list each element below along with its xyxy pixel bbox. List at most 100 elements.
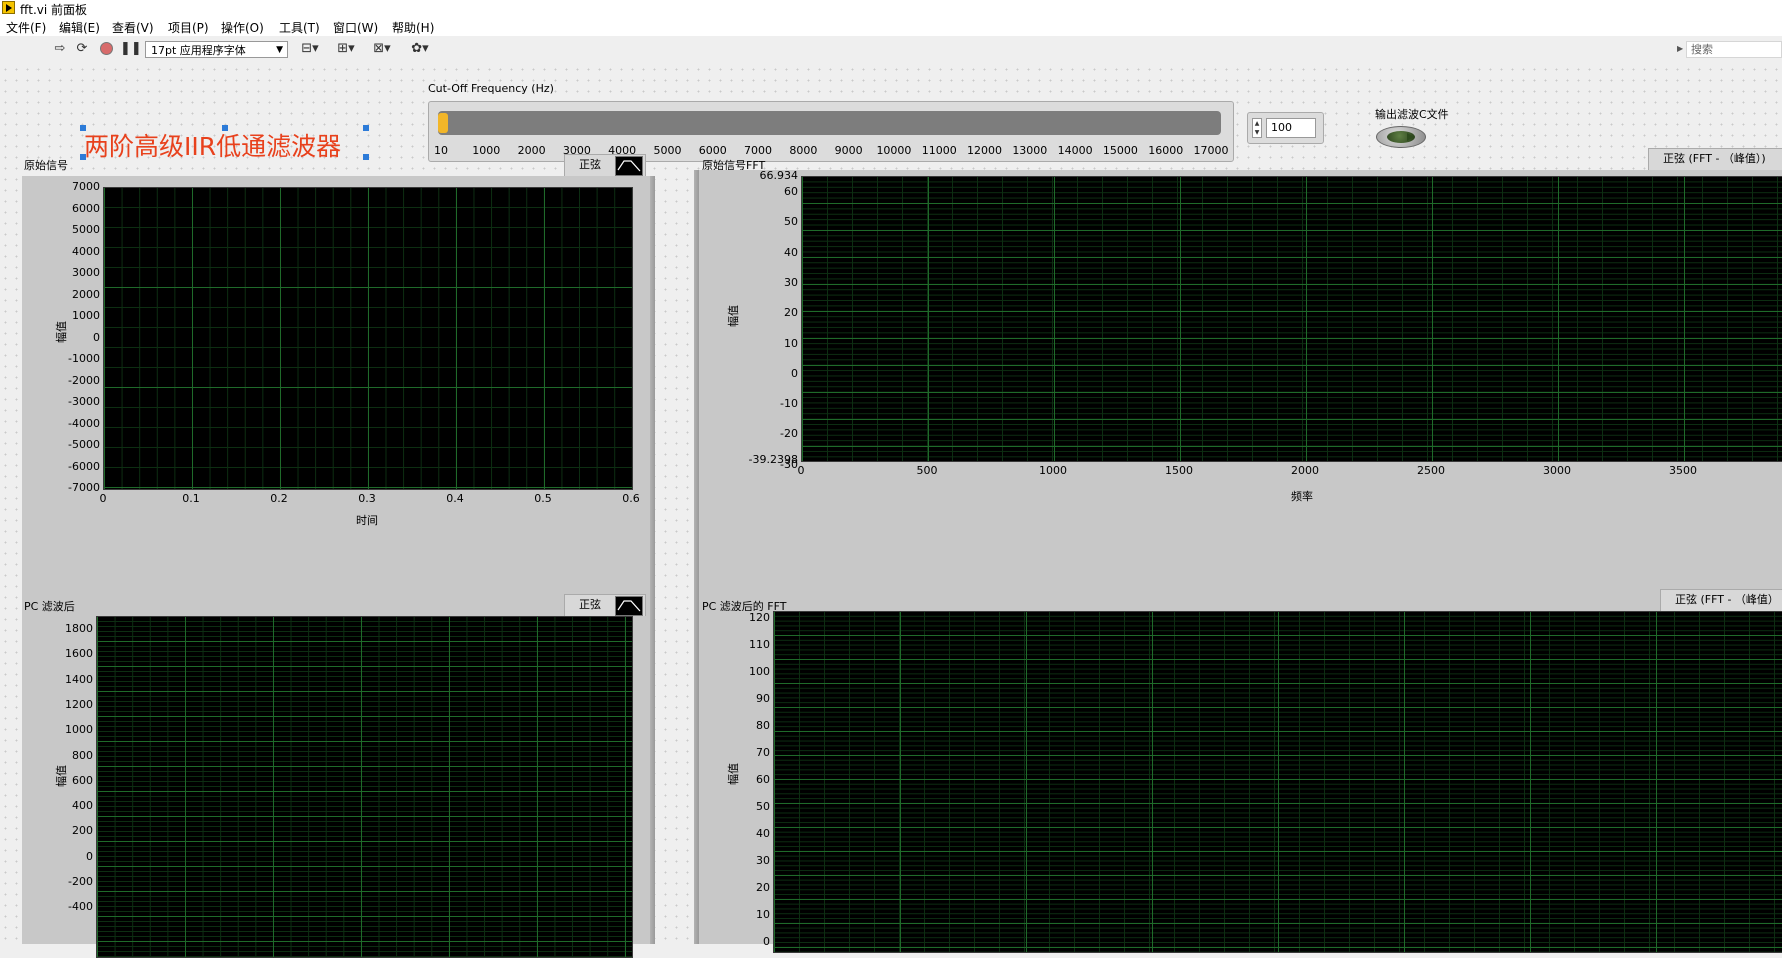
menu-edit[interactable]: 编辑(E)	[59, 19, 100, 36]
slider-tick: 13000	[1012, 144, 1048, 157]
y-tick-label: 1600	[65, 647, 93, 661]
y-tick-label: -5000	[68, 438, 100, 451]
resize-icon[interactable]: ⊠▾	[370, 41, 394, 57]
raw-ylabel: 幅值	[55, 321, 68, 343]
menu-bar: 文件(F) 编辑(E) 查看(V) 项目(P) 操作(O) 工具(T) 窗口(W…	[0, 16, 1782, 36]
y-tick-label: -4000	[68, 416, 100, 430]
menu-window[interactable]: 窗口(W)	[333, 19, 378, 36]
y-tick-label: 60	[756, 773, 770, 786]
selection-handle[interactable]	[363, 154, 369, 160]
legend-label: 正弦	[579, 158, 601, 171]
filtered-graph-title: PC 滤波后	[24, 600, 75, 613]
y-tick-label: 40	[756, 827, 770, 840]
selection-handle[interactable]	[222, 125, 228, 131]
menu-operate[interactable]: 操作(O)	[221, 19, 264, 36]
x-tick-label: 0.2	[270, 492, 288, 505]
raw-fft-ylabel: 幅值	[727, 305, 740, 327]
raw-plot-area[interactable]	[103, 187, 633, 490]
slider-tick: 9000	[834, 144, 863, 157]
graph-edge	[650, 616, 655, 944]
cutoff-label: Cut-Off Frequency (Hz)	[428, 82, 554, 95]
x-tick-label: 0.5	[534, 492, 552, 505]
chevron-right-icon: ▶	[1677, 44, 1684, 53]
y-tick-label: 110	[749, 638, 770, 651]
legend-label: 正弦 (FFT - （峰值）	[1675, 593, 1779, 606]
run-arrow-icon[interactable]: ⇨	[52, 41, 68, 57]
y-tick-label: 1200	[65, 697, 93, 711]
graph-edge	[650, 176, 655, 631]
sine-wave-icon	[615, 596, 643, 616]
cutoff-slider[interactable]: 10 1000 2000 3000 4000 5000 6000 7000 8000 9000 10…	[428, 101, 1234, 162]
slider-tick: 17000	[1193, 144, 1229, 157]
raw-fft-xlabel: 频率	[1291, 490, 1313, 503]
increment-decrement-icon[interactable]: ▲ ▼	[1252, 118, 1262, 138]
y-tick-label: 10	[784, 336, 798, 350]
selection-handle[interactable]	[80, 154, 86, 160]
y-tick-label: 3000	[72, 266, 100, 279]
y-tick-label: 1400	[65, 672, 93, 686]
raw-fft-legend[interactable]: 正弦 (FFT - （峰值）)	[1648, 148, 1782, 172]
font-select[interactable]: 17pt 应用程序字体 ▼	[145, 41, 288, 58]
menu-view[interactable]: 查看(V)	[112, 19, 154, 36]
y-tick-label: -1000	[68, 352, 100, 365]
y-tick-label: -2000	[68, 373, 100, 387]
y-tick-label: 5000	[72, 223, 100, 236]
reorder-icon[interactable]: ✿▾	[408, 41, 432, 57]
y-limit-label: 66.934	[759, 169, 799, 182]
run-continuous-icon[interactable]: ⟳	[74, 41, 90, 57]
abort-icon[interactable]	[98, 41, 114, 57]
y-tick-label: 7000	[72, 180, 100, 193]
menu-file[interactable]: 文件(F)	[6, 19, 46, 36]
y-tick-label: 100	[749, 665, 770, 678]
align-icon[interactable]: ⊟▾	[298, 41, 322, 57]
y-tick-label: 20	[784, 306, 798, 320]
distribute-icon[interactable]: ⊞▾	[334, 41, 358, 57]
y-tick-label: -3000	[68, 395, 100, 408]
selection-handle[interactable]	[80, 125, 86, 131]
x-tick-label: 1000	[1039, 464, 1067, 477]
pause-icon[interactable]: ❚❚	[120, 41, 142, 57]
y-tick-label: 0	[791, 366, 798, 380]
y-tick-label: 30	[756, 854, 770, 867]
y-tick-label: -20	[780, 427, 798, 441]
slider-tick: 11000	[921, 144, 957, 157]
filtered-plot-legend[interactable]: 正弦	[564, 594, 646, 618]
raw-graph-title: 原始信号	[24, 159, 68, 172]
x-tick-label: 0.4	[446, 492, 464, 505]
slider-track[interactable]	[438, 111, 1221, 135]
filtered-fft-plot-area[interactable]	[773, 611, 1782, 953]
menu-tools[interactable]: 工具(T)	[279, 19, 320, 36]
x-tick-label: 0.1	[182, 492, 200, 505]
y-tick-label: 10	[756, 908, 770, 921]
slider-tick: 14000	[1057, 144, 1093, 157]
x-tick-label: 3000	[1543, 464, 1571, 477]
led-label: 输出滤波C文件	[1375, 108, 1449, 121]
front-panel: 两阶高级IIR低通滤波器 Cut-Off Frequency (Hz) 10 10…	[0, 64, 1782, 958]
y-tick-label: 50	[756, 800, 770, 813]
raw-fft-plot-area[interactable]	[801, 176, 1782, 462]
filter-title-label[interactable]: 两阶高级IIR低通滤波器	[84, 127, 341, 163]
filtered-plot-area[interactable]	[96, 616, 633, 958]
y-tick-label: 80	[756, 719, 770, 732]
y-tick-label: 40	[784, 245, 798, 259]
slider-fill[interactable]	[438, 113, 448, 133]
raw-plot-legend[interactable]: 正弦	[564, 154, 646, 178]
slider-tick: 1000	[472, 144, 501, 157]
y-tick-label: 20	[756, 881, 770, 894]
x-tick-label: 0.3	[358, 492, 376, 505]
filtered-fft-legend[interactable]: 正弦 (FFT - （峰值）	[1660, 589, 1782, 613]
y-tick-label: 200	[72, 824, 93, 838]
sine-wave-icon	[615, 156, 643, 176]
play-arrow-icon	[1407, 133, 1414, 141]
search-input[interactable]: 搜索	[1686, 41, 1782, 58]
selection-handle[interactable]	[363, 125, 369, 131]
y-tick-label: 800	[72, 748, 93, 762]
cutoff-numeric[interactable]: ▲ ▼ 100	[1247, 112, 1324, 144]
legend-label: 正弦	[579, 598, 601, 611]
slider-tick: 12000	[967, 144, 1003, 157]
output-c-file-button[interactable]	[1376, 126, 1426, 148]
menu-help[interactable]: 帮助(H)	[392, 19, 434, 36]
menu-project[interactable]: 项目(P)	[168, 19, 209, 36]
filtered-ylabel: 幅值	[55, 765, 68, 787]
cutoff-value[interactable]: 100	[1266, 118, 1316, 138]
